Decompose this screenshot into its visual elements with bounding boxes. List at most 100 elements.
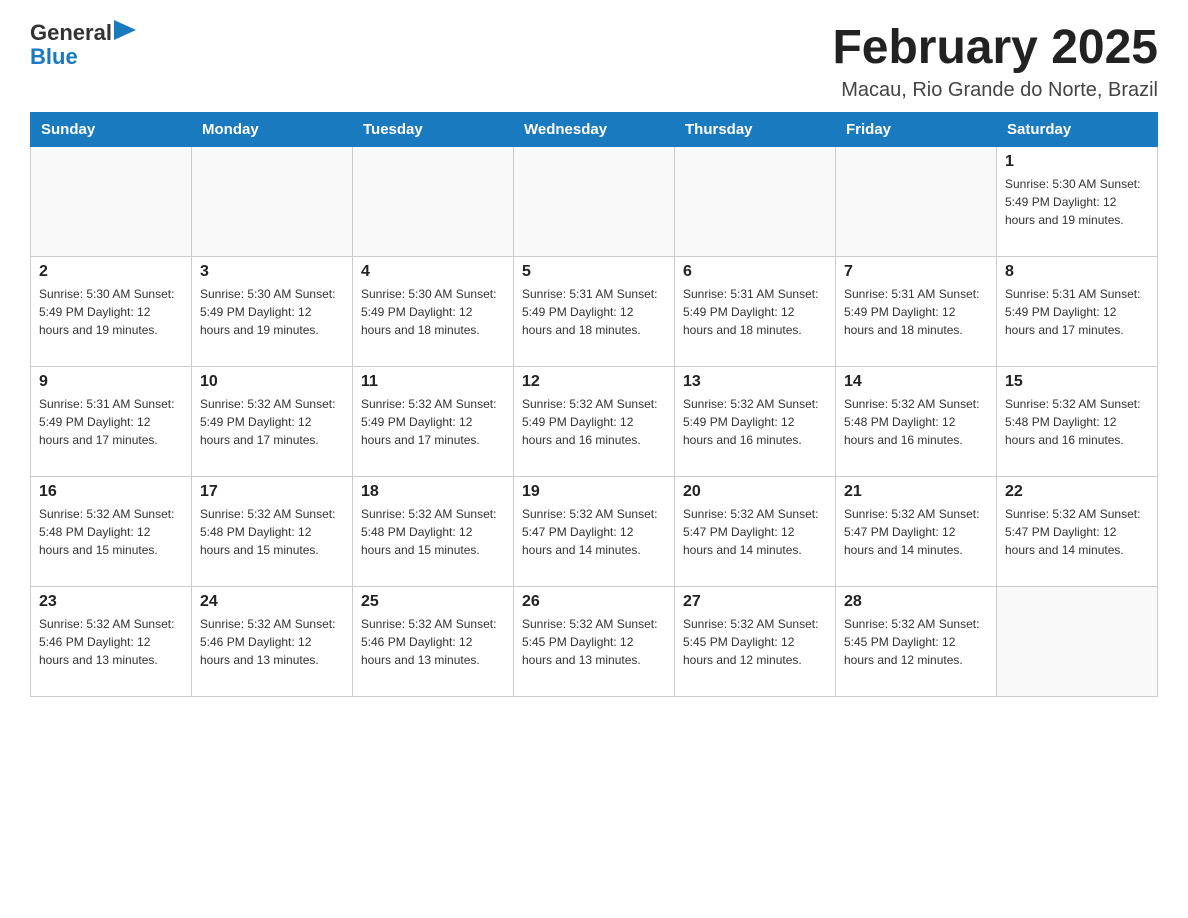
calendar-cell: 28 Sunrise: 5:32 AM Sunset: 5:45 PM Dayli… [836, 587, 997, 697]
logo-text: General [30, 20, 136, 46]
day-info: Sunrise: 5:32 AM Sunset: 5:48 PM Dayligh… [1005, 395, 1149, 449]
calendar-header-row: SundayMondayTuesdayWednesdayThursdayFrid… [31, 113, 1158, 147]
day-number: 12 [522, 373, 666, 391]
calendar-cell: 5Sunrise: 5:31 AM Sunset: 5:49 PM Daylig… [514, 257, 675, 367]
day-number: 19 [522, 483, 666, 501]
day-info: Sunrise: 5:31 AM Sunset: 5:49 PM Dayligh… [1005, 285, 1149, 339]
calendar-cell: 25 Sunrise: 5:32 AM Sunset: 5:46 PM Dayli… [353, 587, 514, 697]
calendar-cell: 20Sunrise: 5:32 AM Sunset: 5:47 PM Dayli… [675, 477, 836, 587]
weekday-header-thursday: Thursday [675, 113, 836, 147]
page-subtitle: Macau, Rio Grande do Norte, Brazil [832, 79, 1158, 102]
calendar-cell [514, 147, 675, 257]
day-number: 4 [361, 263, 505, 281]
day-number: 26 [522, 593, 666, 611]
day-number: 10 [200, 373, 344, 391]
weekday-header-saturday: Saturday [997, 113, 1158, 147]
weekday-header-tuesday: Tuesday [353, 113, 514, 147]
calendar-cell [997, 587, 1158, 697]
day-info: Sunrise: 5:32 AM Sunset: 5:45 PM Dayligh… [844, 615, 988, 669]
calendar-cell: 13 Sunrise: 5:32 AM Sunset: 5:49 PM Dayli… [675, 367, 836, 477]
day-number: 3 [200, 263, 344, 281]
day-info: Sunrise: 5:30 AM Sunset: 5:49 PM Dayligh… [200, 285, 344, 339]
day-number: 7 [844, 263, 988, 281]
week-row-5: 23Sunrise: 5:32 AM Sunset: 5:46 PM Dayli… [31, 587, 1158, 697]
day-info: Sunrise: 5:32 AM Sunset: 5:48 PM Dayligh… [39, 505, 183, 559]
calendar-cell: 8 Sunrise: 5:31 AM Sunset: 5:49 PM Daylig… [997, 257, 1158, 367]
calendar-cell: 16 Sunrise: 5:32 AM Sunset: 5:48 PM Dayli… [31, 477, 192, 587]
day-info: Sunrise: 5:32 AM Sunset: 5:47 PM Dayligh… [844, 505, 988, 559]
weekday-header-sunday: Sunday [31, 113, 192, 147]
day-info: Sunrise: 5:32 AM Sunset: 5:45 PM Dayligh… [522, 615, 666, 669]
day-info: Sunrise: 5:32 AM Sunset: 5:49 PM Dayligh… [200, 395, 344, 449]
day-info: Sunrise: 5:31 AM Sunset: 5:49 PM Dayligh… [683, 285, 827, 339]
calendar-cell: 7 Sunrise: 5:31 AM Sunset: 5:49 PM Daylig… [836, 257, 997, 367]
day-number: 8 [1005, 263, 1149, 281]
day-info: Sunrise: 5:32 AM Sunset: 5:46 PM Dayligh… [361, 615, 505, 669]
calendar-table: SundayMondayTuesdayWednesdayThursdayFrid… [30, 112, 1158, 697]
day-info: Sunrise: 5:32 AM Sunset: 5:47 PM Dayligh… [522, 505, 666, 559]
calendar-cell: 1 Sunrise: 5:30 AM Sunset: 5:49 PM Daylig… [997, 147, 1158, 257]
weekday-header-monday: Monday [192, 113, 353, 147]
day-info: Sunrise: 5:32 AM Sunset: 5:48 PM Dayligh… [361, 505, 505, 559]
calendar-cell: 9Sunrise: 5:31 AM Sunset: 5:49 PM Daylig… [31, 367, 192, 477]
logo-arrow-icon [114, 20, 136, 40]
day-number: 17 [200, 483, 344, 501]
day-number: 5 [522, 263, 666, 281]
day-number: 14 [844, 373, 988, 391]
calendar-cell [192, 147, 353, 257]
calendar-cell: 21 Sunrise: 5:32 AM Sunset: 5:47 PM Dayli… [836, 477, 997, 587]
day-info: Sunrise: 5:30 AM Sunset: 5:49 PM Dayligh… [361, 285, 505, 339]
calendar-cell: 14 Sunrise: 5:32 AM Sunset: 5:48 PM Dayli… [836, 367, 997, 477]
day-info: Sunrise: 5:30 AM Sunset: 5:49 PM Dayligh… [39, 285, 183, 339]
calendar-cell: 22 Sunrise: 5:32 AM Sunset: 5:47 PM Dayli… [997, 477, 1158, 587]
calendar-cell: 15 Sunrise: 5:32 AM Sunset: 5:48 PM Dayli… [997, 367, 1158, 477]
calendar-cell: 19 Sunrise: 5:32 AM Sunset: 5:47 PM Dayli… [514, 477, 675, 587]
calendar-cell: 4 Sunrise: 5:30 AM Sunset: 5:49 PM Daylig… [353, 257, 514, 367]
weekday-header-friday: Friday [836, 113, 997, 147]
day-number: 16 [39, 483, 183, 501]
day-info: Sunrise: 5:32 AM Sunset: 5:48 PM Dayligh… [200, 505, 344, 559]
day-number: 24 [200, 593, 344, 611]
logo-blue: Blue [30, 44, 78, 70]
day-number: 13 [683, 373, 827, 391]
day-info: Sunrise: 5:32 AM Sunset: 5:46 PM Dayligh… [39, 615, 183, 669]
day-info: Sunrise: 5:31 AM Sunset: 5:49 PM Dayligh… [844, 285, 988, 339]
day-number: 27 [683, 593, 827, 611]
weekday-header-wednesday: Wednesday [514, 113, 675, 147]
day-number: 28 [844, 593, 988, 611]
day-number: 18 [361, 483, 505, 501]
day-info: Sunrise: 5:32 AM Sunset: 5:49 PM Dayligh… [522, 395, 666, 449]
day-info: Sunrise: 5:32 AM Sunset: 5:49 PM Dayligh… [361, 395, 505, 449]
day-number: 22 [1005, 483, 1149, 501]
day-number: 25 [361, 593, 505, 611]
calendar-cell: 17 Sunrise: 5:32 AM Sunset: 5:48 PM Dayli… [192, 477, 353, 587]
day-info: Sunrise: 5:32 AM Sunset: 5:47 PM Dayligh… [683, 505, 827, 559]
day-info: Sunrise: 5:32 AM Sunset: 5:45 PM Dayligh… [683, 615, 827, 669]
day-info: Sunrise: 5:32 AM Sunset: 5:48 PM Dayligh… [844, 395, 988, 449]
page-header: General Blue February 2025 Macau, Rio Gr… [30, 20, 1158, 102]
day-number: 11 [361, 373, 505, 391]
calendar-cell [836, 147, 997, 257]
week-row-4: 16 Sunrise: 5:32 AM Sunset: 5:48 PM Dayli… [31, 477, 1158, 587]
calendar-cell [675, 147, 836, 257]
day-number: 15 [1005, 373, 1149, 391]
calendar-cell: 12 Sunrise: 5:32 AM Sunset: 5:49 PM Dayli… [514, 367, 675, 477]
calendar-cell: 23Sunrise: 5:32 AM Sunset: 5:46 PM Dayli… [31, 587, 192, 697]
day-number: 21 [844, 483, 988, 501]
week-row-1: 1 Sunrise: 5:30 AM Sunset: 5:49 PM Daylig… [31, 147, 1158, 257]
calendar-cell: 3 Sunrise: 5:30 AM Sunset: 5:49 PM Daylig… [192, 257, 353, 367]
calendar-cell [31, 147, 192, 257]
day-info: Sunrise: 5:32 AM Sunset: 5:46 PM Dayligh… [200, 615, 344, 669]
week-row-3: 9Sunrise: 5:31 AM Sunset: 5:49 PM Daylig… [31, 367, 1158, 477]
day-info: Sunrise: 5:32 AM Sunset: 5:49 PM Dayligh… [683, 395, 827, 449]
day-number: 1 [1005, 153, 1149, 171]
day-info: Sunrise: 5:31 AM Sunset: 5:49 PM Dayligh… [39, 395, 183, 449]
day-number: 2 [39, 263, 183, 281]
title-section: February 2025 Macau, Rio Grande do Norte… [832, 20, 1158, 102]
logo: General Blue [30, 20, 136, 70]
calendar-cell: 18 Sunrise: 5:32 AM Sunset: 5:48 PM Dayli… [353, 477, 514, 587]
day-info: Sunrise: 5:30 AM Sunset: 5:49 PM Dayligh… [1005, 175, 1149, 229]
day-info: Sunrise: 5:32 AM Sunset: 5:47 PM Dayligh… [1005, 505, 1149, 559]
calendar-cell: 26 Sunrise: 5:32 AM Sunset: 5:45 PM Dayli… [514, 587, 675, 697]
calendar-cell: 10 Sunrise: 5:32 AM Sunset: 5:49 PM Dayli… [192, 367, 353, 477]
